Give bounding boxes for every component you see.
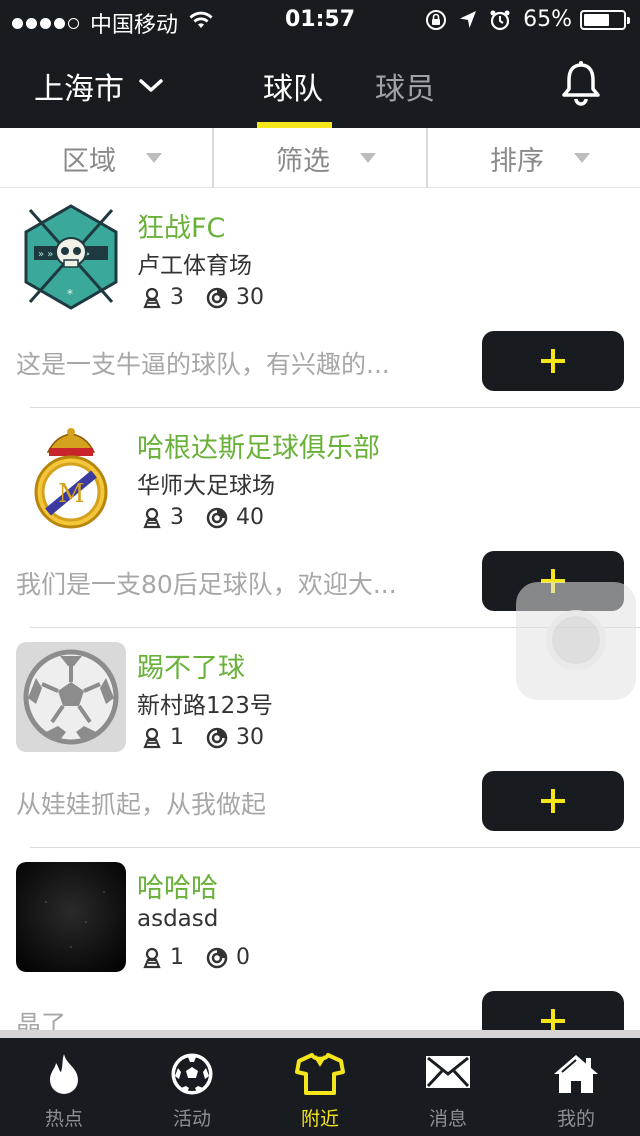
team-logo: » » » ≫ ≫ * bbox=[16, 202, 126, 312]
score-icon bbox=[206, 287, 228, 309]
rotation-lock-icon bbox=[425, 9, 447, 31]
city-label: 上海市 bbox=[34, 72, 124, 107]
status-bar: 中国移动 01:57 65% bbox=[0, 0, 640, 40]
join-team-button[interactable] bbox=[482, 771, 624, 831]
flame-icon bbox=[0, 1052, 128, 1096]
bell-icon[interactable] bbox=[560, 60, 602, 110]
tabbar-label: 我的 bbox=[556, 1108, 595, 1130]
score-icon bbox=[206, 727, 228, 749]
caret-down-icon bbox=[574, 153, 590, 163]
tabbar-item-messages[interactable]: 消息 bbox=[384, 1038, 512, 1136]
score-count: 0 bbox=[236, 945, 250, 970]
score-count: 30 bbox=[236, 285, 264, 310]
team-item[interactable]: » » » ≫ ≫ * 狂战FC 卢工体育场 3 30 这是一支牛逼的球队，有兴… bbox=[0, 188, 640, 408]
tabbar-label: 热点 bbox=[44, 1108, 83, 1130]
battery-percent: 65% bbox=[523, 7, 572, 32]
city-selector[interactable]: 上海市 bbox=[34, 64, 164, 108]
team-name[interactable]: 狂战FC bbox=[137, 206, 225, 245]
battery-level bbox=[584, 13, 609, 26]
filter-screen[interactable]: 筛选 bbox=[214, 128, 426, 188]
nav-bar: 上海市 球队 球员 bbox=[0, 40, 640, 128]
score-count: 30 bbox=[236, 725, 264, 750]
team-description: 晶了 bbox=[16, 1010, 67, 1030]
svg-text:M: M bbox=[58, 479, 85, 509]
team-logo bbox=[16, 862, 126, 972]
tab-players[interactable]: 球员 bbox=[375, 64, 435, 108]
filter-region-label: 区域 bbox=[62, 145, 116, 177]
tabbar-item-hot[interactable]: 热点 bbox=[0, 1038, 128, 1136]
member-count: 1 bbox=[170, 725, 184, 750]
member-count: 1 bbox=[170, 945, 184, 970]
team-venue: 卢工体育场 bbox=[137, 253, 252, 279]
plus-icon bbox=[541, 349, 565, 373]
home-icon bbox=[512, 1052, 640, 1096]
join-team-button[interactable] bbox=[482, 991, 624, 1030]
member-count: 3 bbox=[170, 285, 184, 310]
tabbar-label: 活动 bbox=[172, 1108, 211, 1130]
tabbar-item-activity[interactable]: 活动 bbox=[128, 1038, 256, 1136]
assistive-touch-icon bbox=[546, 610, 606, 670]
svg-text:*: * bbox=[67, 287, 73, 301]
team-name[interactable]: 哈哈哈 bbox=[137, 866, 218, 905]
team-name[interactable]: 踢不了球 bbox=[137, 646, 245, 685]
team-name[interactable]: 哈根达斯足球俱乐部 bbox=[137, 426, 380, 465]
score-icon bbox=[206, 507, 228, 529]
plus-icon bbox=[541, 789, 565, 813]
tabbar-label: 消息 bbox=[428, 1108, 467, 1130]
member-icon bbox=[142, 507, 162, 529]
team-description: 从娃娃抓起，从我做起 bbox=[16, 790, 267, 819]
tabbar-label: 附近 bbox=[300, 1108, 339, 1130]
member-icon bbox=[142, 727, 162, 749]
plus-icon bbox=[541, 1009, 565, 1030]
filter-region[interactable]: 区域 bbox=[0, 128, 212, 188]
tab-teams[interactable]: 球队 bbox=[263, 64, 323, 108]
member-icon bbox=[142, 287, 162, 309]
tabbar-item-me[interactable]: 我的 bbox=[512, 1038, 640, 1136]
team-item[interactable]: 哈哈哈 asdasd 1 0 晶了 bbox=[0, 848, 640, 1030]
caret-down-icon bbox=[360, 153, 376, 163]
team-venue: 新村路123号 bbox=[137, 693, 273, 719]
filter-sort[interactable]: 排序 bbox=[428, 128, 640, 188]
join-team-button[interactable] bbox=[482, 331, 624, 391]
team-logo bbox=[16, 642, 126, 752]
tabbar-shadow bbox=[0, 1030, 640, 1038]
team-stats: 3 40 bbox=[142, 505, 286, 530]
chevron-down-icon bbox=[139, 79, 163, 92]
tabbar-item-nearby[interactable]: 附近 bbox=[256, 1038, 384, 1136]
member-icon bbox=[142, 947, 162, 969]
battery-icon bbox=[580, 9, 630, 30]
team-venue: asdasd bbox=[137, 906, 219, 932]
score-count: 40 bbox=[236, 505, 264, 530]
jersey-icon bbox=[256, 1052, 384, 1096]
team-description: 我们是一支80后足球队，欢迎大... bbox=[16, 570, 397, 599]
soccer-ball-icon bbox=[128, 1052, 256, 1096]
team-stats: 1 30 bbox=[142, 725, 286, 750]
filter-screen-label: 筛选 bbox=[276, 145, 330, 177]
caret-down-icon bbox=[146, 153, 162, 163]
filter-bar: 区域 筛选 排序 bbox=[0, 128, 640, 188]
team-venue: 华师大足球场 bbox=[137, 473, 275, 499]
envelope-icon bbox=[384, 1052, 512, 1092]
assistive-touch-button[interactable] bbox=[516, 582, 636, 700]
filter-sort-label: 排序 bbox=[490, 145, 544, 177]
status-right: 65% bbox=[425, 7, 630, 32]
alarm-icon bbox=[489, 9, 511, 31]
team-logo: M bbox=[16, 422, 126, 532]
tab-bar: 热点 活动 附近 消息 我的 bbox=[0, 1038, 640, 1136]
team-stats: 1 0 bbox=[142, 945, 272, 970]
score-icon bbox=[206, 947, 228, 969]
team-stats: 3 30 bbox=[142, 285, 286, 310]
location-icon bbox=[459, 10, 477, 30]
battery-nub bbox=[627, 16, 630, 24]
team-description: 这是一支牛逼的球队，有兴趣的... bbox=[16, 350, 390, 379]
member-count: 3 bbox=[170, 505, 184, 530]
